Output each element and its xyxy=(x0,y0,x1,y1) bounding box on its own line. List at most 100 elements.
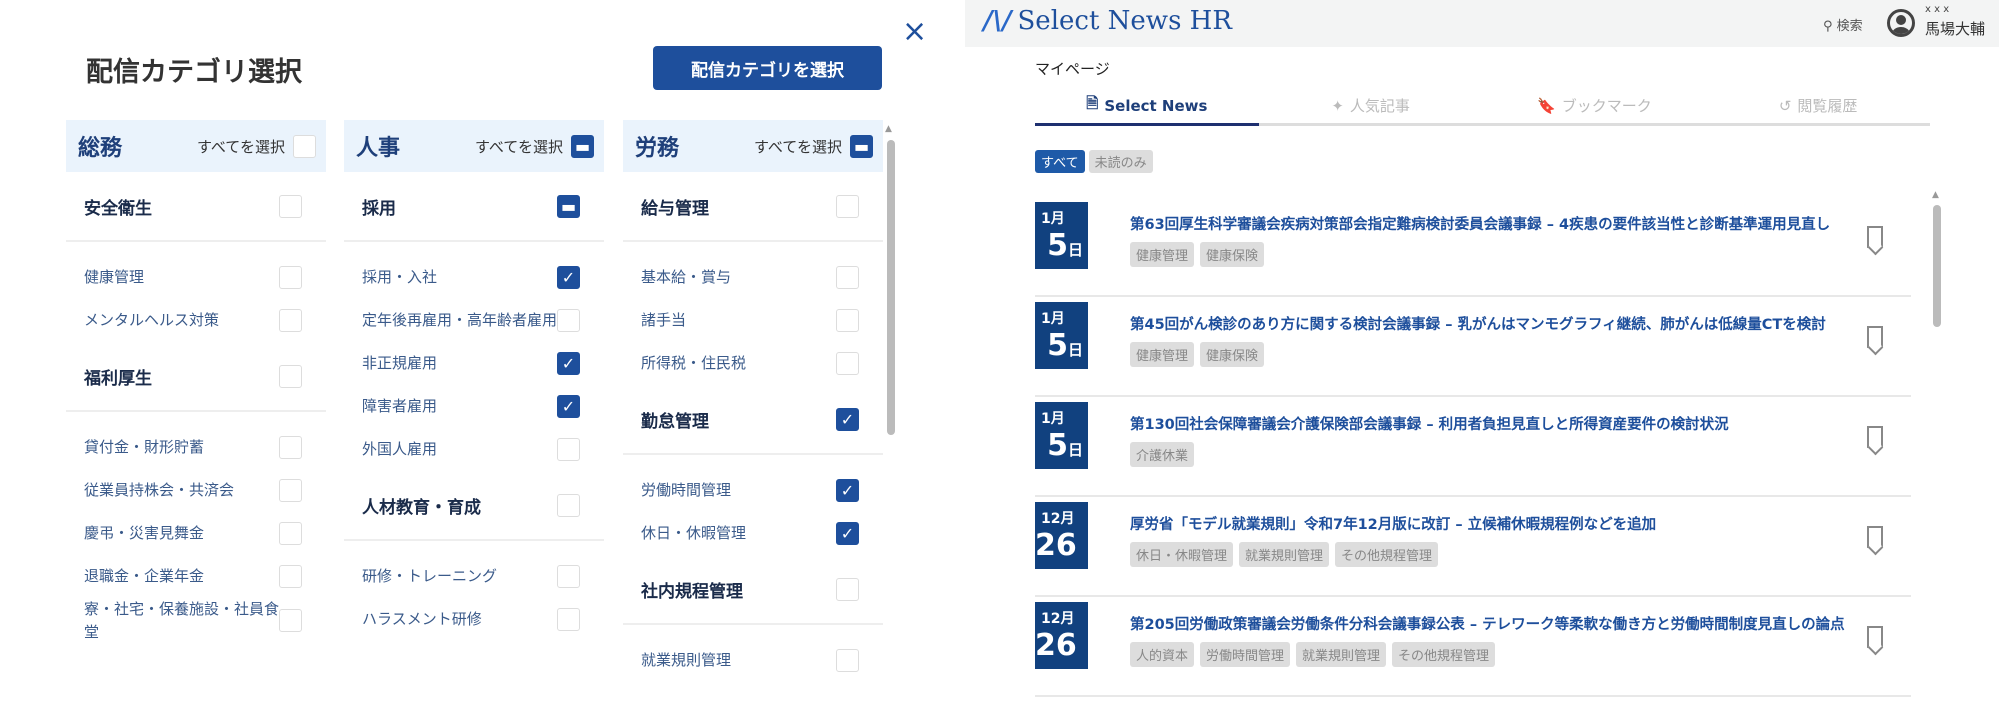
tab-popular[interactable]: ✦ 人気記事 xyxy=(1259,88,1483,123)
article-title[interactable]: 第45回がん検診のあり方に関する検討会議事録 – 乳がんはマンモグラフィ継続、肺… xyxy=(1130,313,1826,334)
select-category-button[interactable]: 配信カテゴリを選択 xyxy=(653,46,882,90)
item-checkbox[interactable]: ✓ xyxy=(557,266,580,289)
article-item[interactable]: 1月 5日 第130回社会保障審議会介護保険部会議事録 – 利用者負担見直しと所得… xyxy=(1035,400,1911,497)
select-all-label[interactable]: すべてを選択 xyxy=(197,136,285,157)
category-item[interactable]: 健康管理 xyxy=(66,256,326,299)
item-checkbox[interactable] xyxy=(836,309,859,332)
category-group[interactable]: 福利厚生 xyxy=(66,342,326,412)
category-item[interactable]: 研修・トレーニング xyxy=(344,555,604,598)
item-checkbox[interactable]: ✓ xyxy=(836,522,859,545)
filter-all[interactable]: すべて xyxy=(1035,150,1085,173)
category-item[interactable]: 慶弔・災害見舞金 xyxy=(66,512,326,555)
item-checkbox[interactable] xyxy=(557,608,580,631)
item-checkbox[interactable] xyxy=(557,438,580,461)
item-checkbox[interactable]: ✓ xyxy=(557,352,580,375)
category-item[interactable]: 障害者雇用 ✓ xyxy=(344,385,604,428)
item-checkbox[interactable] xyxy=(557,309,580,332)
select-all-label[interactable]: すべてを選択 xyxy=(754,136,842,157)
category-item[interactable]: 所得税・住民税 xyxy=(623,342,883,385)
tab-select-news[interactable]: 🗎 Select News xyxy=(1035,88,1259,126)
item-checkbox[interactable] xyxy=(279,479,302,502)
group-checkbox[interactable]: ✓ xyxy=(836,407,859,431)
item-checkbox[interactable] xyxy=(557,565,580,588)
item-checkbox[interactable]: ✓ xyxy=(836,479,859,502)
item-checkbox[interactable] xyxy=(279,522,302,545)
tab-bookmark[interactable]: 🔖 ブックマーク xyxy=(1483,88,1707,123)
search-button[interactable]: ⚲ 検索 xyxy=(1823,15,1863,34)
category-item[interactable]: 基本給・賞与 xyxy=(623,256,883,299)
item-checkbox[interactable] xyxy=(836,649,859,672)
scroll-up-icon[interactable]: ▲ xyxy=(1932,190,1939,200)
tag: 健康管理 xyxy=(1130,242,1195,267)
category-group[interactable]: 安全衛生 xyxy=(66,172,326,242)
user-name[interactable]: 馬場大輔 xyxy=(1925,18,1985,39)
article-item[interactable]: 1月 5日 第63回厚生科学審議会疾病対策部会指定難病検討委員会議事録 – 4疾患… xyxy=(1035,200,1911,297)
category-group[interactable]: 採用 ▬ xyxy=(344,172,604,242)
modal-scrollbar[interactable] xyxy=(887,140,895,435)
item-checkbox[interactable]: ✓ xyxy=(557,395,580,418)
avatar-icon[interactable] xyxy=(1887,9,1915,37)
item-checkbox[interactable] xyxy=(279,565,302,588)
group-checkbox[interactable] xyxy=(279,194,302,218)
item-checkbox[interactable] xyxy=(836,352,859,375)
category-group[interactable]: 勤怠管理 ✓ xyxy=(623,385,883,455)
category-item[interactable]: 定年後再雇用・高年齢者雇用 xyxy=(344,299,604,342)
column-header: 総務 すべてを選択 xyxy=(66,120,326,172)
group-checkbox[interactable] xyxy=(279,364,302,388)
article-title[interactable]: 第205回労働政策審議会労働条件分科会議事録公表 – テレワーク等柔軟な働き方と… xyxy=(1130,613,1845,634)
group-checkbox[interactable] xyxy=(836,194,859,218)
article-item[interactable]: 12月 26 日 第205回労働政策審議会労働条件分科会議事録公表 – テレワーク等… xyxy=(1035,600,1911,697)
list-scrollbar[interactable] xyxy=(1933,205,1941,327)
select-all-checkbox[interactable]: ▬ xyxy=(850,134,873,158)
date-day-suffix: 日 xyxy=(1067,441,1083,459)
item-checkbox[interactable] xyxy=(836,266,859,289)
category-item[interactable]: 採用・入社 ✓ xyxy=(344,256,604,299)
category-item[interactable]: 貸付金・財形貯蓄 xyxy=(66,426,326,469)
item-label: 慶弔・災害見舞金 xyxy=(84,524,205,543)
group-label: 社内規程管理 xyxy=(641,581,743,602)
item-checkbox[interactable] xyxy=(279,309,302,332)
article-item[interactable]: 1月 5日 第45回がん検診のあり方に関する検討会議事録 – 乳がんはマンモグラフ… xyxy=(1035,300,1911,397)
category-item[interactable]: 従業員持株会・共済会 xyxy=(66,469,326,512)
filter-unread[interactable]: 未読のみ xyxy=(1088,150,1153,173)
category-item[interactable]: 退職金・企業年金 xyxy=(66,555,326,598)
category-item[interactable]: 外国人雇用 xyxy=(344,428,604,471)
group-checkbox[interactable]: ▬ xyxy=(557,194,580,218)
article-title[interactable]: 厚労省「モデル就業規則」令和7年12月版に改訂 – 立候補休暇規程例などを追加 xyxy=(1130,513,1656,534)
tab-history[interactable]: ↺ 閲覧履歴 xyxy=(1706,88,1930,123)
category-item[interactable]: 諸手当 xyxy=(623,299,883,342)
category-group[interactable]: 社内規程管理 xyxy=(623,555,883,625)
group-checkbox[interactable] xyxy=(557,493,580,517)
select-all-checkbox[interactable]: ▬ xyxy=(571,134,594,158)
category-item[interactable]: 労働時間管理 ✓ xyxy=(623,469,883,512)
article-item[interactable]: 12月 26 日 厚労省「モデル就業規則」令和7年12月版に改訂 – 立候補休暇規程… xyxy=(1035,500,1911,597)
bookmark-icon[interactable] xyxy=(1867,226,1883,248)
bookmark-icon[interactable] xyxy=(1867,626,1883,648)
select-all-label[interactable]: すべてを選択 xyxy=(475,136,563,157)
item-checkbox[interactable] xyxy=(279,266,302,289)
item-checkbox[interactable] xyxy=(279,436,302,459)
item-label: 研修・トレーニング xyxy=(362,567,498,586)
category-item[interactable]: ハラスメント研修 xyxy=(344,598,604,641)
item-checkbox[interactable] xyxy=(279,609,302,632)
bookmark-icon[interactable] xyxy=(1867,426,1883,448)
article-title[interactable]: 第63回厚生科学審議会疾病対策部会指定難病検討委員会議事録 – 4疾患の要件該当… xyxy=(1130,213,1830,234)
date-day-suffix: 日 xyxy=(1067,241,1083,259)
category-item[interactable]: 就業規則管理 xyxy=(623,639,883,682)
tag: 就業規則管理 xyxy=(1296,642,1387,667)
group-checkbox[interactable] xyxy=(836,577,859,601)
article-title[interactable]: 第130回社会保障審議会介護保険部会議事録 – 利用者負担見直しと所得資産要件の… xyxy=(1130,413,1729,434)
logo[interactable]: /\/Select News HR xyxy=(983,6,1232,36)
close-icon[interactable]: × xyxy=(902,14,927,49)
group-label: 福利厚生 xyxy=(84,368,152,389)
category-item[interactable]: 寮・社宅・保養施設・社員食堂 xyxy=(66,598,326,643)
bookmark-icon[interactable] xyxy=(1867,326,1883,348)
select-all-checkbox[interactable] xyxy=(293,134,316,158)
category-group[interactable]: 給与管理 xyxy=(623,172,883,242)
scroll-up-icon[interactable]: ▲ xyxy=(885,124,892,134)
category-item[interactable]: メンタルヘルス対策 xyxy=(66,299,326,342)
category-group[interactable]: 人材教育・育成 xyxy=(344,471,604,541)
bookmark-icon[interactable] xyxy=(1867,526,1883,548)
category-item[interactable]: 休日・休暇管理 ✓ xyxy=(623,512,883,555)
category-item[interactable]: 非正規雇用 ✓ xyxy=(344,342,604,385)
